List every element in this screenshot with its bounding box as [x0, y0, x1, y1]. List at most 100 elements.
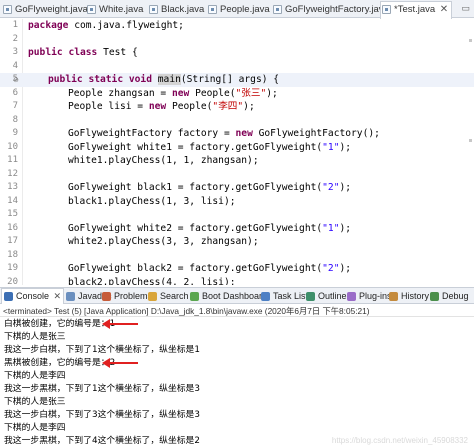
line-number: 13 [7, 182, 18, 192]
code-text: ); [339, 182, 352, 193]
console-line: 我这一步白棋，下到了3这个横坐标了，纵坐标是3 [4, 410, 200, 420]
java-file-icon [273, 5, 282, 14]
line-number: 12 [7, 168, 18, 179]
code-line: 1 package com.java.flyweight; [0, 19, 474, 33]
code-editor[interactable]: 1 package com.java.flyweight; 2 3 public… [0, 19, 474, 285]
tab-outline[interactable]: Outline [306, 289, 347, 304]
keyword: void [128, 74, 152, 85]
console-line: 我这一步黑棋，下到了1这个横坐标了，纵坐标是3 [4, 384, 200, 394]
editor-tab-bar: GoFlyweight.java White.java Black.java P… [0, 0, 474, 19]
overview-ruler-mark[interactable] [469, 139, 472, 142]
line-number: 15 [7, 209, 18, 219]
console-line: 下棋的人是李四 [4, 371, 66, 381]
line-number: 4 [12, 60, 18, 71]
code-text: GoFlyweight black2 = factory.getGoFlywei… [68, 263, 323, 274]
code-line: 9 GoFlyweightFactory factory = new GoFly… [0, 127, 474, 141]
tab-boot-dashboard[interactable]: Boot Dashboard [190, 289, 267, 304]
code-text: People lisi = [68, 101, 149, 112]
tab-label: History [401, 291, 430, 301]
plugins-icon [347, 292, 356, 301]
code-line: 14 black1.playChess(1, 3, lisi); [0, 195, 474, 209]
task-list-icon [261, 292, 270, 301]
code-line: 20 black2.playChess(4, 2, lisi); [0, 276, 474, 286]
java-file-icon [208, 5, 217, 14]
code-line: 17 white2.playChess(3, 3, zhangsan); [0, 235, 474, 249]
console-line: 我这一步黑棋，下到了4这个横坐标了，纵坐标是2 [4, 436, 200, 446]
tab-console[interactable]: Console ✕ [1, 288, 65, 304]
tab-label: Task List [273, 291, 309, 301]
code-text: ); [339, 141, 352, 153]
outline-icon [306, 292, 315, 301]
string-literal: "张三" [235, 87, 267, 99]
tab-goflyweightfactory-java[interactable]: GoFlyweightFactory.java [272, 2, 389, 18]
line-number: 11 [7, 155, 18, 165]
code-line: 15 [0, 208, 474, 222]
tab-search[interactable]: Search [148, 289, 189, 304]
code-text: white2.playChess(3, 3, zhangsan); [68, 236, 259, 247]
code-line: 13 GoFlyweight black1 = factory.getGoFly… [0, 181, 474, 195]
watermark: https://blog.csdn.net/weixin_45908332 [331, 436, 468, 445]
console-line: 下棋的人是张三 [4, 332, 66, 342]
close-icon[interactable]: ✕ [53, 289, 61, 303]
tab-white-java[interactable]: White.java [86, 2, 143, 18]
string-literal: "2" [322, 182, 340, 193]
tab-problems[interactable]: Problems [102, 289, 152, 304]
tab-debug[interactable]: Debug [430, 289, 469, 304]
keyword: public [28, 47, 63, 58]
line-number: 17 [7, 236, 18, 246]
search-icon [148, 292, 157, 301]
console-line: 下棋的人是张三 [4, 397, 66, 407]
tab-label: GoFlyweight.java [15, 4, 88, 15]
code-line: 4 [0, 60, 474, 74]
tab-task-list[interactable]: Task List [261, 289, 308, 304]
code-text: Test { [97, 47, 138, 58]
string-literal: "李四" [212, 101, 244, 112]
code-text: black1.playChess(1, 3, lisi); [68, 195, 236, 207]
code-line: 12 [0, 168, 474, 182]
keyword: class [68, 47, 98, 58]
line-number: 2 [12, 33, 18, 44]
keyword: new [148, 101, 167, 112]
annotation-arrow [102, 319, 138, 329]
line-number: 3 [12, 47, 18, 57]
line-number: 8 [12, 114, 18, 125]
tab-test-java[interactable]: *Test.java ✕ [380, 1, 453, 19]
string-literal: "1" [322, 141, 340, 153]
code-text: ); [243, 101, 255, 112]
console-output[interactable]: 白棋被创建，它的编号是：1 下棋的人是张三 我这一步白棋，下到了1这个横坐标了，… [0, 318, 474, 448]
code-line: 19 GoFlyweight black2 = factory.getGoFly… [0, 262, 474, 276]
code-line: 6 People zhangsan = new People("张三"); [0, 87, 474, 101]
view-tab-bar: Console ✕ Javadoc Problems Search Boot D… [0, 287, 474, 304]
line-number: 14 [7, 195, 18, 206]
tab-people-java[interactable]: People.java [207, 2, 270, 18]
close-icon[interactable]: ✕ [440, 2, 448, 17]
code-text: GoFlyweightFactory factory = [68, 128, 236, 139]
fold-collapse-icon[interactable]: ⊖ [13, 76, 19, 84]
tab-history[interactable]: History [389, 289, 429, 304]
debug-icon [430, 292, 439, 301]
code-line-current: 5 ⊖ public static void main(String[] arg… [0, 73, 474, 87]
code-text: GoFlyweight black1 = factory.getGoFlywei… [68, 182, 323, 193]
string-literal: "2" [322, 263, 340, 274]
tab-label: Boot Dashboard [202, 291, 268, 301]
javadoc-icon [66, 292, 75, 301]
minimize-maximize-icon[interactable]: ▭ [461, 3, 470, 14]
line-number: 19 [7, 263, 18, 273]
code-text: GoFlyweight white2 = factory.getGoFlywei… [68, 222, 323, 234]
code-text: white1.playChess(1, 1, zhangsan); [68, 155, 259, 166]
keyword: package [28, 20, 69, 31]
tab-label: Black.java [161, 4, 205, 15]
tab-goflyweight-java[interactable]: GoFlyweight.java [2, 2, 88, 18]
overview-ruler-mark[interactable] [469, 39, 472, 42]
line-number: 9 [12, 128, 18, 138]
tab-black-java[interactable]: Black.java [148, 2, 204, 18]
code-text: ); [266, 87, 278, 99]
console-line: 下棋的人是李四 [4, 423, 66, 433]
line-number: 20 [7, 276, 18, 286]
string-literal: "1" [322, 222, 340, 234]
tab-plugins[interactable]: Plug-ins [347, 289, 392, 304]
tab-label: *Test.java [394, 4, 436, 15]
boot-dashboard-icon [190, 292, 199, 301]
code-line: 8 [0, 114, 474, 128]
console-line: 黑棋被创建，它的编号是：2 [4, 358, 116, 368]
